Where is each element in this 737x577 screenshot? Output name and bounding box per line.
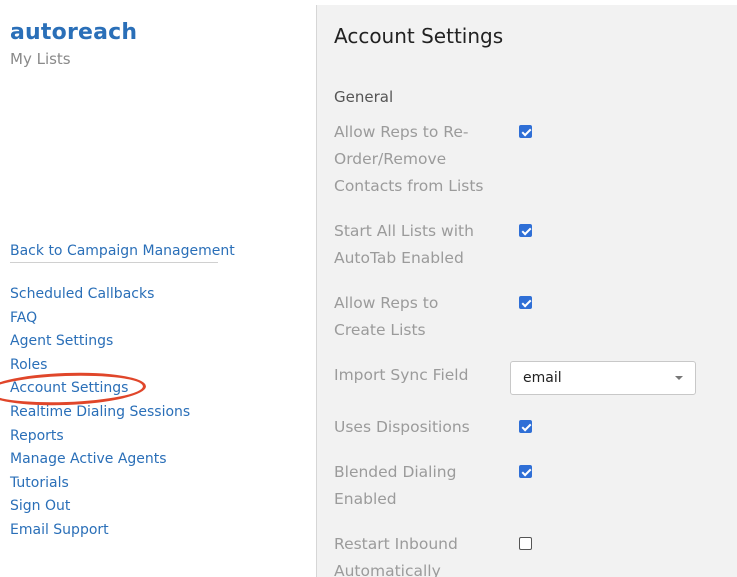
chevron-down-icon (675, 376, 683, 380)
nav-item-manage-active-agents[interactable]: Manage Active Agents (10, 451, 190, 475)
setting-row-restart-inbound: Restart Inbound Automatically (334, 531, 532, 577)
back-to-campaign-management-link[interactable]: Back to Campaign Management (10, 243, 235, 263)
setting-label: Restart Inbound Automatically (334, 535, 458, 577)
section-title-general: General (334, 88, 394, 106)
setting-row-import-sync-field: Import Sync Field (334, 362, 494, 389)
account-settings-panel: Account Settings General Allow Reps to R… (316, 5, 737, 577)
setting-label: Blended Dialing Enabled (334, 463, 457, 508)
setting-label: Start All Lists with AutoTab Enabled (334, 222, 474, 267)
setting-label: Uses Dispositions (334, 418, 470, 436)
setting-row-uses-dispositions: Uses Dispositions (334, 414, 532, 441)
nav-item-faq[interactable]: FAQ (10, 310, 190, 334)
autotab-checkbox[interactable] (519, 224, 532, 237)
import-sync-field-select[interactable]: email (510, 361, 696, 395)
nav-item-realtime-dialing-sessions[interactable]: Realtime Dialing Sessions (10, 404, 190, 428)
nav-item-reports[interactable]: Reports (10, 428, 190, 452)
uses-dispositions-checkbox[interactable] (519, 420, 532, 433)
setting-label: Import Sync Field (334, 366, 469, 384)
setting-row-autotab: Start All Lists with AutoTab Enabled (334, 218, 532, 272)
my-lists-subtitle: My Lists (10, 50, 71, 68)
setting-label: Allow Reps to Re-Order/Remove Contacts f… (334, 123, 484, 195)
setting-label: Allow Reps to Create Lists (334, 294, 439, 339)
reorder-contacts-checkbox[interactable] (519, 125, 532, 138)
restart-inbound-checkbox[interactable] (519, 537, 532, 550)
blended-dialing-checkbox[interactable] (519, 465, 532, 478)
sidebar: autoreach My Lists Back to Campaign Mana… (0, 0, 316, 577)
page-title: Account Settings (334, 24, 504, 48)
nav-item-email-support[interactable]: Email Support (10, 522, 190, 546)
nav-item-agent-settings[interactable]: Agent Settings (10, 333, 190, 357)
setting-row-create-lists: Allow Reps to Create Lists (334, 290, 532, 344)
setting-row-blended-dialing: Blended Dialing Enabled (334, 459, 532, 513)
setting-row-reorder-contacts: Allow Reps to Re-Order/Remove Contacts f… (334, 119, 532, 200)
select-value: email (523, 370, 562, 386)
create-lists-checkbox[interactable] (519, 296, 532, 309)
nav-item-scheduled-callbacks[interactable]: Scheduled Callbacks (10, 286, 190, 310)
nav-item-sign-out[interactable]: Sign Out (10, 498, 190, 522)
sidebar-nav: Scheduled Callbacks FAQ Agent Settings R… (10, 286, 190, 546)
autoreach-logo[interactable]: autoreach (10, 20, 137, 45)
nav-item-tutorials[interactable]: Tutorials (10, 475, 190, 499)
